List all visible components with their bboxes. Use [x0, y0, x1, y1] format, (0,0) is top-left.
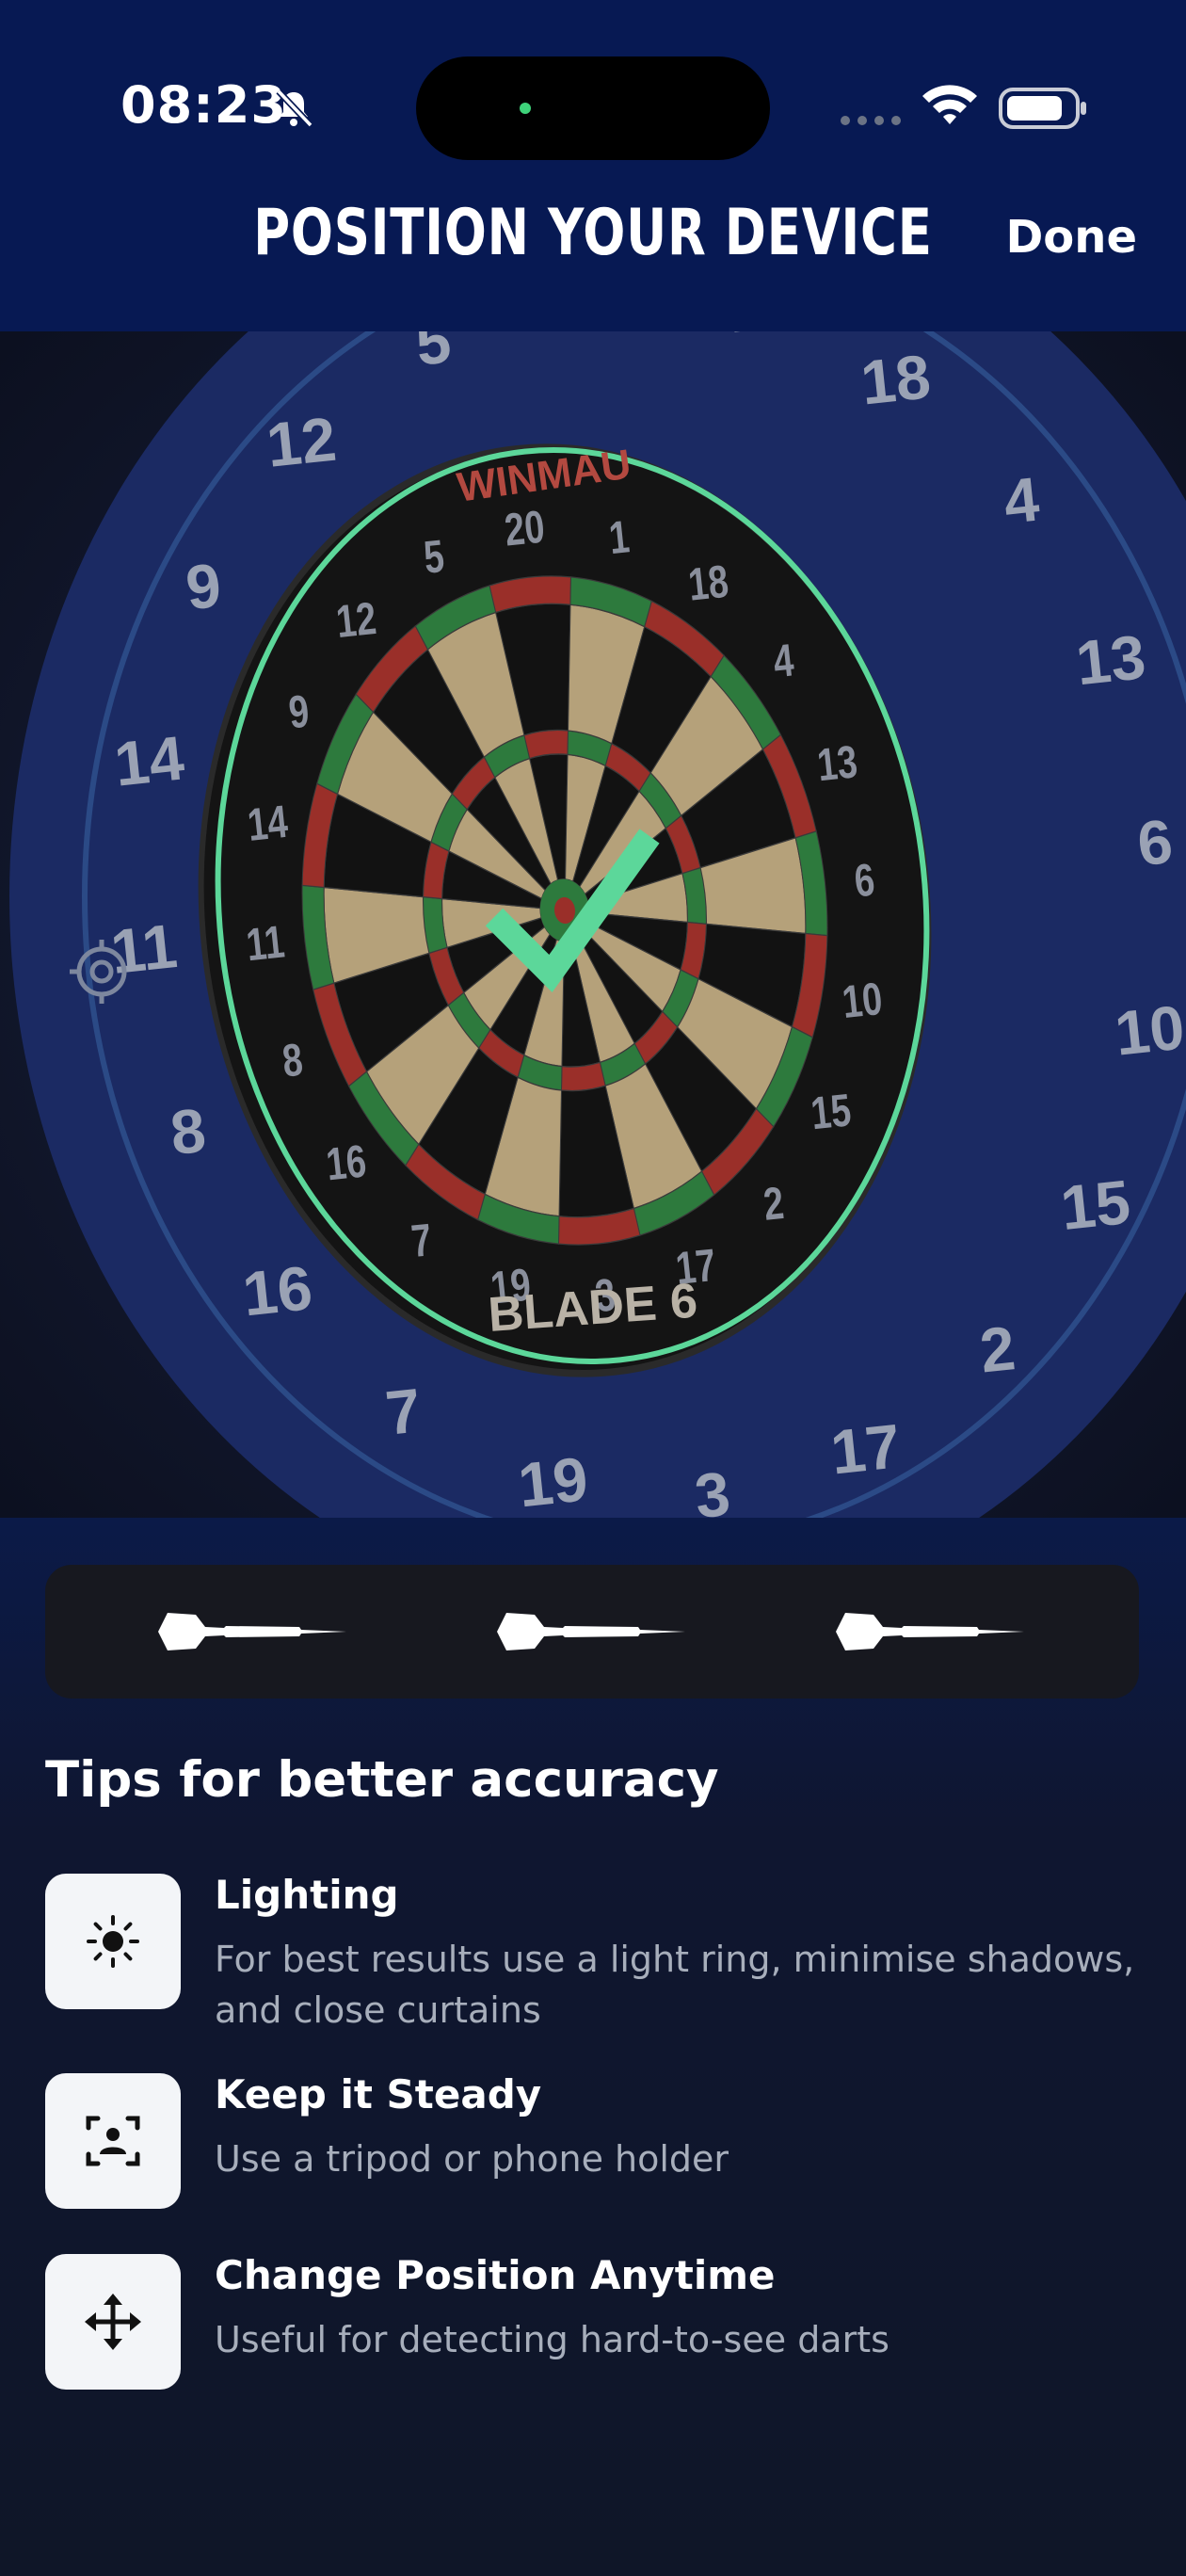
tip-title: Keep it Steady — [215, 2071, 542, 2117]
board-number: 11 — [244, 916, 287, 972]
dart-icon — [497, 1613, 685, 1650]
board-number: 15 — [809, 1085, 854, 1140]
board-number: 16 — [324, 1135, 369, 1191]
header: 08:23 POSITION YOUR DEVICE Done — [0, 0, 1186, 331]
surround-number: 8 — [168, 1095, 209, 1167]
tip-icon-box — [45, 2073, 181, 2209]
surround-number: 12 — [264, 404, 340, 480]
dart-icon — [836, 1613, 1024, 1650]
tip-title: Lighting — [215, 1872, 399, 1918]
bottom-panel: Tips for better accuracy Lighting For be… — [0, 1518, 1186, 2576]
darts-tracker — [45, 1565, 1139, 1699]
battery-icon — [999, 88, 1086, 129]
surround-number: 9 — [183, 550, 224, 622]
tips-heading: Tips for better accuracy — [45, 1751, 719, 1809]
surround-number: 13 — [1073, 621, 1149, 698]
surround-number: 11 — [107, 910, 180, 987]
signal-icon — [841, 116, 901, 125]
steady-frame-icon — [86, 2116, 140, 2166]
surround-number: 17 — [827, 1410, 904, 1487]
surround-number: 16 — [239, 1252, 315, 1328]
dynamic-island — [416, 56, 770, 160]
board-number: 14 — [245, 796, 290, 851]
tip-description: Use a tripod or phone holder — [215, 2138, 729, 2180]
page-title: POSITION YOUR DEVICE — [253, 196, 933, 270]
tip-description: Useful for detecting hard-to-see darts — [215, 2319, 890, 2360]
camera-preview: 2011841361015217319716811149125 20118413… — [0, 331, 1186, 1518]
dart-icon — [158, 1613, 346, 1650]
surround-number: 10 — [1112, 991, 1186, 1068]
tip-icon-box — [45, 2254, 181, 2390]
tip-icon-box — [45, 1874, 181, 2009]
board-number: 18 — [686, 555, 731, 611]
board-number: 10 — [840, 973, 885, 1028]
tip-title: Change Position Anytime — [215, 2252, 776, 2298]
surround-number: 15 — [1057, 1167, 1133, 1243]
surround-number: 7 — [382, 1375, 424, 1447]
surround-number: 14 — [111, 722, 187, 798]
surround-number: 18 — [857, 341, 934, 417]
board-number: 12 — [334, 592, 379, 648]
sun-icon — [87, 1915, 139, 1968]
move-arrows-icon — [85, 2294, 141, 2350]
surround-number: 6 — [1134, 806, 1176, 878]
camera-indicator-dot — [520, 103, 531, 114]
surround-number: 2 — [977, 1312, 1018, 1385]
wifi-icon — [922, 85, 977, 124]
done-button[interactable]: Done — [1005, 211, 1137, 264]
board-number: 20 — [503, 501, 548, 556]
surround-number: 5 — [412, 331, 454, 378]
status-time: 08:23 — [120, 75, 287, 135]
surround-number: 19 — [515, 1443, 591, 1518]
bell-muted-icon — [276, 89, 313, 128]
tip-description: For best results use a light ring, minim… — [215, 1939, 1135, 2031]
board-number: 13 — [815, 736, 860, 792]
